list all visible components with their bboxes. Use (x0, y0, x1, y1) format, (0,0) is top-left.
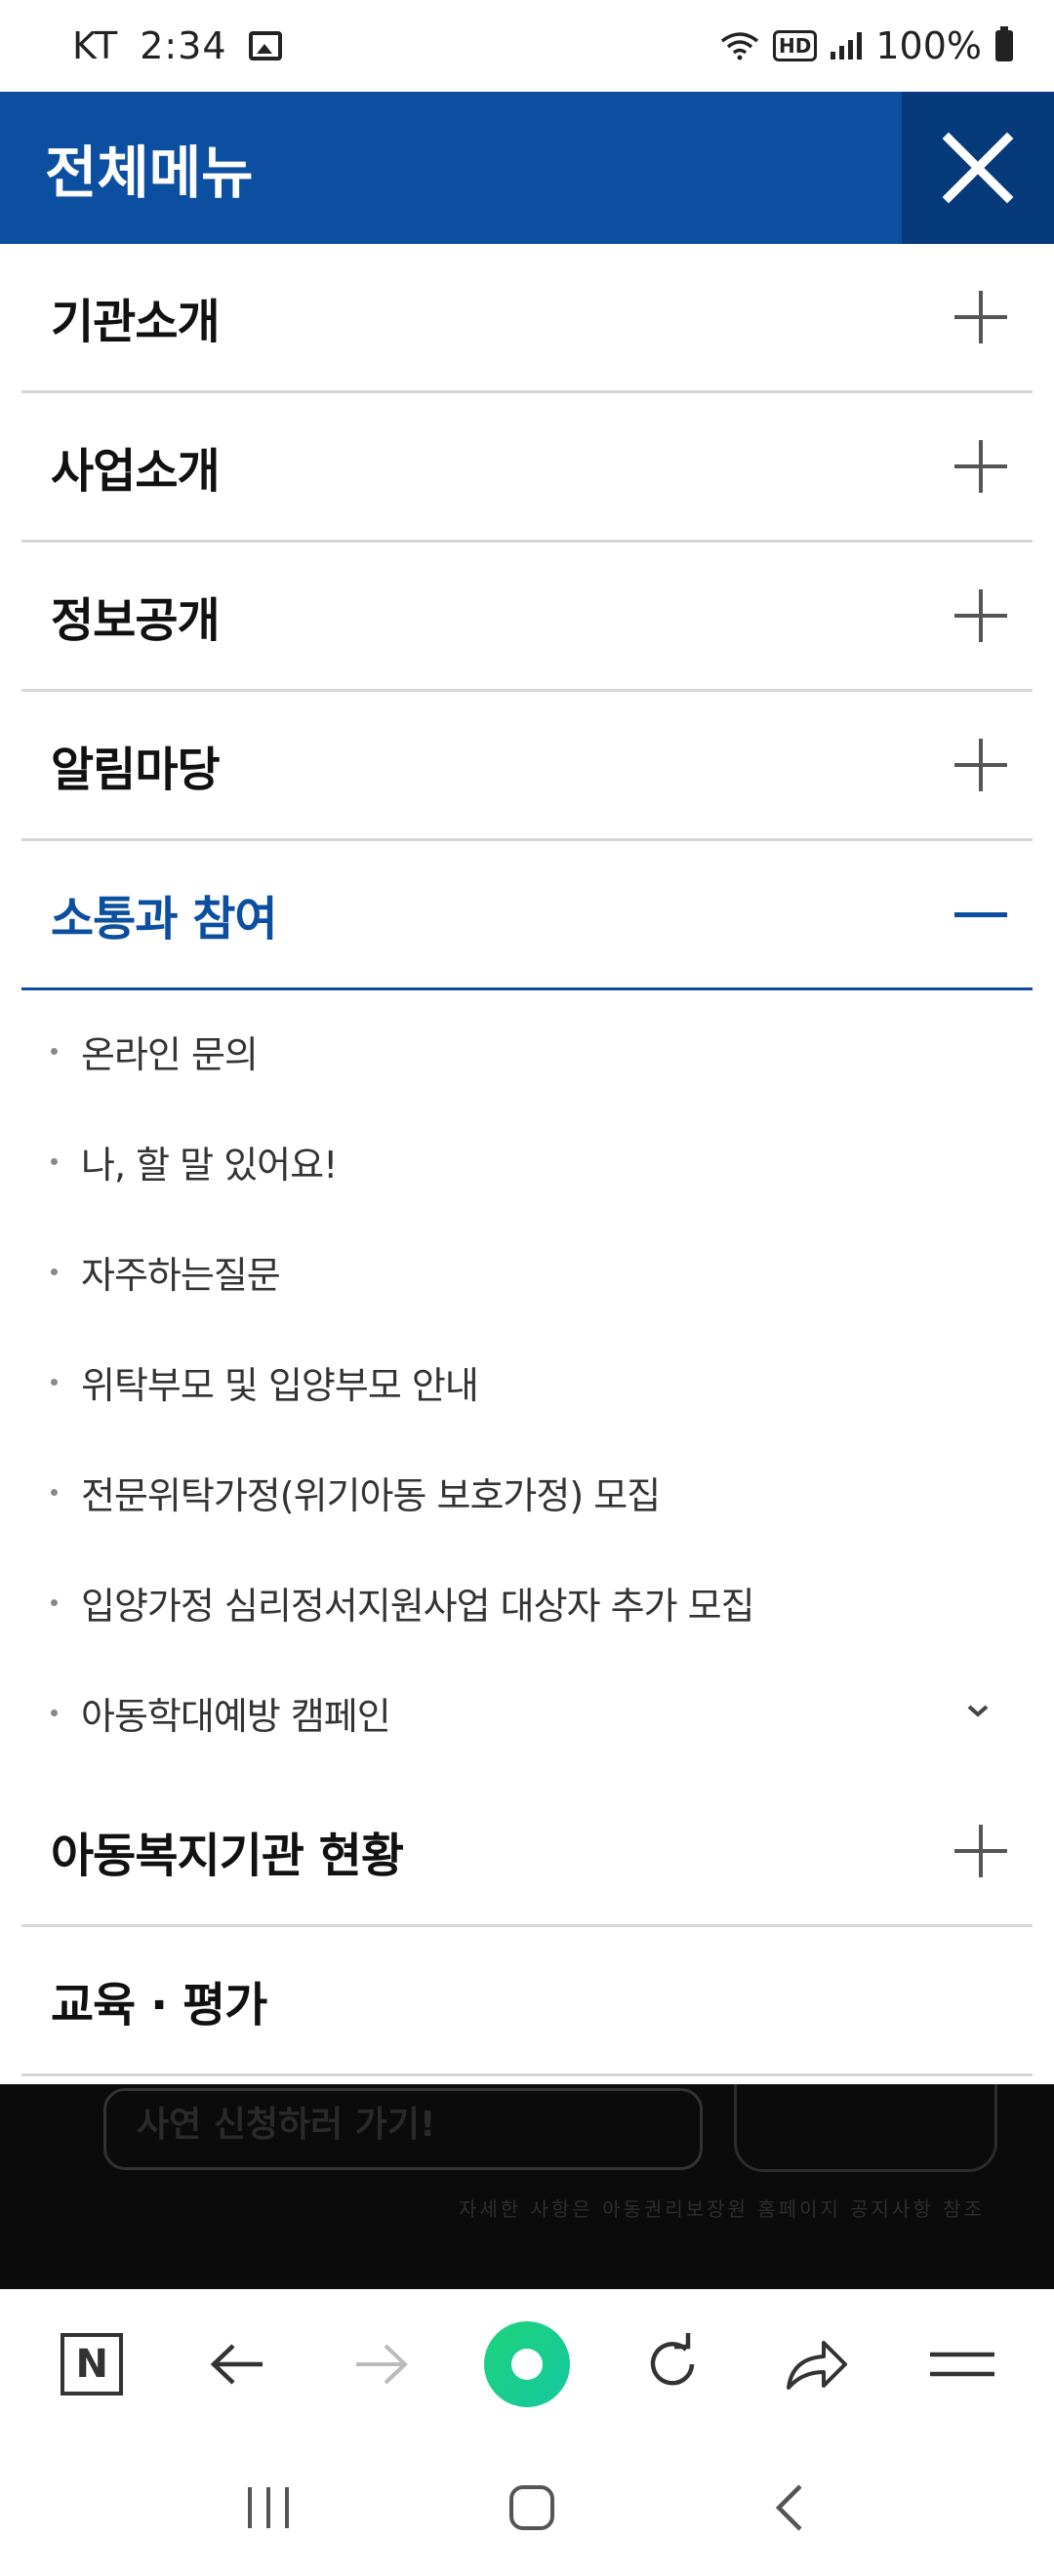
battery-label: 100% (875, 24, 982, 67)
green-dot-icon (483, 2321, 570, 2407)
status-left: KT 2:34 (72, 24, 282, 67)
submenu-item-online-inquiry[interactable]: 온라인 문의 (21, 996, 1033, 1107)
refresh-button[interactable] (619, 2311, 726, 2418)
system-nav-bar (0, 2439, 1054, 2576)
gallery-notification-icon (248, 31, 282, 60)
signal-icon (831, 32, 863, 60)
menu-item-notice[interactable]: 알림마당 (21, 692, 1033, 841)
close-button[interactable] (902, 92, 1054, 244)
arrow-right-icon (356, 2344, 409, 2385)
submenu-item-adoptive-support-recruit[interactable]: 입양가정 심리정서지원사업 대상자 추가 모집 (21, 1548, 1033, 1658)
submenu-item-label: 아동학대예방 캠페인 (81, 1695, 391, 1738)
arrow-left-icon (210, 2344, 263, 2385)
browser-menu-button[interactable] (909, 2311, 1016, 2418)
status-right: HD 100% (720, 24, 1013, 67)
share-button[interactable] (763, 2311, 871, 2418)
menu-item-label: 사업소개 (51, 444, 221, 499)
hd-voice-icon: HD (773, 30, 818, 61)
back-button[interactable] (183, 2311, 291, 2418)
menu-item-label: 정보공개 (51, 593, 221, 648)
menu-item-label: 기관소개 (51, 295, 221, 349)
back-nav-icon[interactable] (771, 2482, 810, 2533)
battery-icon (995, 26, 1013, 61)
chevron-down-icon[interactable] (966, 1699, 990, 1722)
submenu-list: 온라인 문의 나, 할 말 있어요! 자주하는질문 위탁부모 및 입양부모 안내… (21, 990, 1033, 1778)
bullet-icon (51, 1379, 58, 1386)
submenu-item-label: 입양가정 심리정서지원사업 대상자 추가 모집 (81, 1585, 755, 1628)
bullet-icon (51, 1158, 58, 1165)
page-backdrop: 사연 신청하러 가기! 자세한 사항은 아동권리보장원 홈페이지 공지사항 참조 (0, 2084, 1054, 2289)
submenu-item-abuse-prevention-campaign[interactable]: 아동학대예방 캠페인 (21, 1658, 1033, 1768)
share-icon (787, 2341, 848, 2390)
plus-icon (954, 589, 1007, 642)
backdrop-note: 자세한 사항은 아동권리보장원 홈페이지 공지사항 참조 (459, 2197, 985, 2221)
submenu-item-label: 전문위탁가정(위기아동 보호가정) 모집 (81, 1474, 661, 1517)
green-dot-button[interactable] (473, 2311, 581, 2418)
menu-item-label: 알림마당 (51, 743, 221, 797)
forward-button[interactable] (328, 2311, 435, 2418)
status-bar: KT 2:34 HD 100% (0, 0, 1054, 92)
bullet-icon (51, 1599, 58, 1606)
menu-item-business[interactable]: 사업소개 (21, 393, 1033, 543)
carrier-label: KT (72, 24, 119, 67)
hamburger-menu-icon (929, 2352, 994, 2377)
close-icon (942, 132, 1014, 204)
menu-item-about[interactable]: 기관소개 (21, 244, 1033, 393)
plus-icon (954, 291, 1007, 343)
plus-icon (954, 739, 1007, 791)
submenu-item-label: 온라인 문의 (81, 1033, 259, 1076)
page-title: 전체메뉴 (45, 140, 254, 206)
plus-icon (954, 1825, 1007, 1877)
time-label: 2:34 (140, 24, 227, 67)
submenu-item-faq[interactable]: 자주하는질문 (21, 1217, 1033, 1327)
menu-list: 기관소개 사업소개 정보공개 알림마당 소통과 참여 온라인 문의 나, 할 말… (21, 244, 1033, 2076)
menu-item-label: 교육 · 평가 (51, 1978, 267, 2033)
bullet-icon (51, 1048, 58, 1055)
bullet-icon (51, 1489, 58, 1496)
refresh-icon (650, 2333, 694, 2386)
minus-icon (954, 888, 1007, 941)
wifi-icon (720, 32, 759, 60)
backdrop-illustration (734, 2084, 997, 2172)
submenu-item-speak-up[interactable]: 나, 할 말 있어요! (21, 1107, 1033, 1217)
submenu-item-specialized-foster-recruit[interactable]: 전문위탁가정(위기아동 보호가정) 모집 (21, 1437, 1033, 1548)
menu-item-disclosure[interactable]: 정보공개 (21, 543, 1033, 692)
menu-item-label: 아동복지기관 현황 (51, 1829, 404, 1883)
backdrop-banner-text: 사연 신청하러 가기! (137, 2105, 436, 2145)
menu-item-welfare-status[interactable]: 아동복지기관 현황 (21, 1778, 1033, 1927)
submenu-item-label: 위탁부모 및 입양부모 안내 (81, 1364, 479, 1407)
submenu-item-label: 자주하는질문 (81, 1254, 281, 1297)
home-icon[interactable] (507, 2483, 556, 2532)
menu-item-communication[interactable]: 소통과 참여 (21, 841, 1033, 990)
menu-item-education[interactable]: 교육 · 평가 (21, 1927, 1033, 2076)
submenu-item-label: 나, 할 말 있어요! (81, 1144, 338, 1187)
bullet-icon (51, 1710, 58, 1716)
submenu-item-foster-adoptive-guide[interactable]: 위탁부모 및 입양부모 안내 (21, 1327, 1033, 1437)
naver-home-button[interactable]: N (38, 2311, 145, 2418)
naver-n-icon: N (61, 2333, 124, 2395)
recent-apps-icon[interactable] (244, 2485, 293, 2530)
menu-item-label: 소통과 참여 (51, 892, 278, 946)
browser-toolbar: N (0, 2289, 1054, 2439)
bullet-icon (51, 1268, 58, 1275)
menu-header: 전체메뉴 (0, 92, 1054, 244)
plus-icon (954, 440, 1007, 493)
